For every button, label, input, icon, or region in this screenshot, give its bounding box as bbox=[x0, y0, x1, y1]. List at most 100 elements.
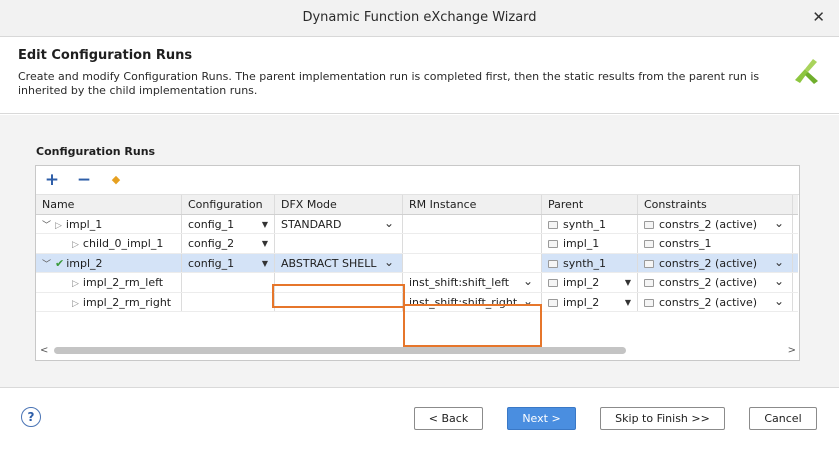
dfx-mode-cell[interactable] bbox=[275, 273, 403, 292]
configuration-select[interactable]: config_1 ▼ bbox=[182, 214, 275, 233]
back-button[interactable]: < Back bbox=[414, 407, 483, 430]
parent-value: impl_2 bbox=[563, 295, 600, 309]
run-name-cell: ▷ impl_2_rm_right bbox=[36, 292, 182, 311]
skip-to-finish-button[interactable]: Skip to Finish >> bbox=[600, 407, 725, 430]
column-header-dfx-mode[interactable]: DFX Mode bbox=[275, 195, 403, 214]
dropdown-icon: ▼ bbox=[261, 239, 268, 248]
section-title: Configuration Runs bbox=[36, 145, 156, 158]
table-header: Name Configuration DFX Mode RM Instance … bbox=[36, 195, 798, 215]
constraints-select[interactable]: constrs_2 (active) ⌄ bbox=[638, 273, 793, 292]
help-icon[interactable]: ? bbox=[21, 407, 41, 427]
parent-select[interactable]: impl_2 ▼ bbox=[542, 292, 638, 311]
folder-icon bbox=[644, 220, 654, 229]
table-row[interactable]: ﹀ ▷ impl_1 config_1 ▼ STANDARD ⌄ synth_1 con… bbox=[36, 214, 801, 234]
run-name: impl_2_rm_right bbox=[82, 295, 172, 309]
rm-instance-cell[interactable] bbox=[403, 214, 542, 233]
folder-icon bbox=[644, 279, 654, 287]
close-icon[interactable]: ✕ bbox=[812, 8, 825, 26]
dfx-mode-select[interactable]: ABSTRACT SHELL ⌄ bbox=[275, 253, 403, 272]
collapse-icon[interactable]: ﹀ bbox=[42, 217, 52, 234]
window-title: Dynamic Function eXchange Wizard bbox=[302, 10, 537, 25]
scrollbar-thumb[interactable] bbox=[54, 347, 626, 354]
parent-value: synth_1 bbox=[563, 256, 606, 270]
column-header-rm-instance[interactable]: RM Instance bbox=[403, 195, 542, 214]
parent-cell[interactable]: synth_1 bbox=[542, 214, 638, 233]
expand-icon[interactable]: ▷ bbox=[72, 279, 79, 289]
row-end bbox=[793, 273, 801, 292]
rm-instance-cell[interactable] bbox=[403, 253, 542, 272]
run-name: child_0_impl_1 bbox=[82, 237, 164, 250]
next-button[interactable]: Next > bbox=[507, 407, 576, 430]
folder-icon bbox=[644, 298, 654, 307]
add-icon[interactable]: + bbox=[42, 170, 62, 190]
constraints-select[interactable]: constrs_2 (active) ⌄ bbox=[638, 214, 793, 233]
chevron-down-icon: ⌄ bbox=[773, 274, 784, 288]
rm-instance-cell[interactable] bbox=[403, 234, 542, 253]
chevron-down-icon: ⌄ bbox=[383, 254, 394, 269]
table-row[interactable]: ▷ impl_2_rm_left inst_shift:shift_left ⌄ i… bbox=[36, 273, 798, 293]
dfx-mode-value: STANDARD bbox=[281, 217, 342, 231]
table-row[interactable]: ▷ child_0_impl_1 config_2 ▼ impl_1 constrs… bbox=[36, 234, 798, 254]
cancel-button[interactable]: Cancel bbox=[749, 407, 817, 430]
config-runs-panel: + − ◆ Name Configuration DFX Mode RM Ins… bbox=[35, 165, 800, 361]
run-name-cell: ▷ impl_2_rm_left bbox=[36, 273, 182, 292]
constraints-value: constrs_1 bbox=[659, 237, 712, 250]
edit-icon[interactable]: ◆ bbox=[106, 170, 126, 190]
rm-instance-select[interactable]: inst_shift:shift_right ⌄ bbox=[403, 292, 542, 311]
column-header-constraints[interactable]: Constraints bbox=[638, 195, 793, 214]
configuration-cell[interactable] bbox=[182, 292, 275, 311]
row-end bbox=[793, 234, 801, 253]
parent-select[interactable]: impl_2 ▼ bbox=[542, 273, 638, 292]
configuration-value: config_1 bbox=[188, 256, 235, 270]
row-end bbox=[793, 254, 801, 273]
row-end bbox=[793, 215, 801, 234]
table-row-selected[interactable]: ﹀ ✔ impl_2 config_1 ▼ ABSTRACT SHELL ⌄ synth… bbox=[36, 253, 801, 273]
expand-icon[interactable]: ▷ bbox=[72, 299, 79, 309]
dropdown-icon: ▼ bbox=[261, 219, 268, 229]
column-header-configuration[interactable]: Configuration bbox=[182, 195, 275, 214]
run-name-cell: ▷ child_0_impl_1 bbox=[36, 234, 182, 253]
configuration-select[interactable]: config_2 ▼ bbox=[182, 234, 275, 253]
dropdown-icon: ▼ bbox=[624, 278, 631, 287]
configuration-value: config_2 bbox=[188, 237, 235, 250]
wizard-footer: ? < Back Next > Skip to Finish >> Cancel bbox=[0, 387, 839, 450]
row-end bbox=[793, 293, 801, 312]
run-icon: ▷ bbox=[55, 220, 62, 231]
xilinx-logo bbox=[795, 59, 818, 84]
chevron-down-icon: ⌄ bbox=[383, 215, 394, 230]
constraints-value: constrs_2 (active) bbox=[659, 217, 758, 231]
horizontal-scrollbar[interactable]: < > bbox=[38, 343, 798, 358]
column-header-parent[interactable]: Parent bbox=[542, 195, 638, 214]
constraints-select[interactable]: constrs_2 (active) ⌄ bbox=[638, 253, 793, 272]
table-row[interactable]: ▷ impl_2_rm_right inst_shift:shift_right ⌄… bbox=[36, 292, 801, 312]
chevron-down-icon: ⌄ bbox=[773, 293, 784, 308]
collapse-icon[interactable]: ﹀ bbox=[42, 256, 52, 273]
configuration-cell[interactable] bbox=[182, 273, 275, 292]
remove-icon[interactable]: − bbox=[74, 170, 94, 190]
rm-instance-value: inst_shift:shift_left bbox=[409, 276, 510, 289]
run-name-cell: ﹀ ▷ impl_1 bbox=[36, 214, 182, 234]
scroll-left-icon[interactable]: < bbox=[40, 343, 48, 358]
folder-icon bbox=[548, 298, 558, 307]
configuration-select[interactable]: config_1 ▼ bbox=[182, 253, 275, 272]
folder-icon bbox=[548, 259, 558, 268]
scroll-right-icon[interactable]: > bbox=[788, 343, 796, 358]
dfx-mode-cell[interactable] bbox=[275, 234, 403, 253]
chevron-down-icon: ⌄ bbox=[522, 293, 533, 308]
rm-instance-select[interactable]: inst_shift:shift_left ⌄ bbox=[403, 273, 542, 292]
constraints-cell[interactable]: constrs_1 bbox=[638, 234, 793, 253]
dfx-mode-cell[interactable] bbox=[275, 292, 403, 311]
run-name: impl_1 bbox=[65, 217, 103, 231]
column-header-name[interactable]: Name bbox=[36, 195, 182, 214]
constraints-value: constrs_2 (active) bbox=[659, 295, 758, 309]
constraints-select[interactable]: constrs_2 (active) ⌄ bbox=[638, 292, 793, 311]
parent-value: impl_2 bbox=[563, 276, 600, 289]
expand-icon[interactable]: ▷ bbox=[72, 240, 79, 250]
wizard-header: Edit Configuration Runs Create and modif… bbox=[0, 38, 839, 114]
configuration-value: config_1 bbox=[188, 217, 235, 231]
dfx-mode-value: ABSTRACT SHELL bbox=[281, 256, 377, 270]
folder-icon bbox=[548, 220, 558, 229]
parent-cell[interactable]: synth_1 bbox=[542, 253, 638, 272]
dfx-mode-select[interactable]: STANDARD ⌄ bbox=[275, 214, 403, 233]
parent-cell[interactable]: impl_1 bbox=[542, 234, 638, 253]
